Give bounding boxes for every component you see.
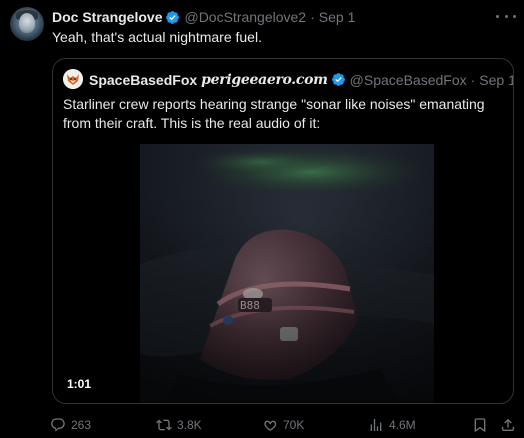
video-player[interactable]: B88: [140, 144, 434, 403]
share-button[interactable]: [500, 416, 516, 434]
tweet-date[interactable]: Sep 1: [319, 9, 356, 25]
bookmark-icon: [474, 418, 486, 433]
quote-avatar[interactable]: [63, 69, 83, 89]
quote-author-site: perigeeaero.com: [201, 71, 328, 88]
quote-author-name[interactable]: SpaceBasedFox: [89, 72, 197, 88]
quote-text: Starliner crew reports hearing strange "…: [63, 96, 485, 131]
separator: ·: [310, 9, 315, 25]
reply-icon: [51, 418, 65, 432]
like-count: 70K: [283, 418, 305, 432]
quote-header: SpaceBasedFox perigeeaero.com @SpaceBase…: [89, 71, 513, 88]
verified-badge-icon: [331, 73, 345, 86]
quoted-tweet[interactable]: SpaceBasedFox perigeeaero.com @SpaceBase…: [52, 58, 514, 404]
tweet[interactable]: Doc Strangelove @DocStrangelove2 · Sep 1…: [0, 0, 524, 438]
quote-author-handle[interactable]: @SpaceBasedFox: [350, 72, 467, 88]
avatar[interactable]: [10, 7, 44, 41]
views-button[interactable]: 4.6M: [368, 416, 416, 434]
repost-button[interactable]: 3.8K: [156, 416, 202, 434]
tweet-header: Doc Strangelove @DocStrangelove2 · Sep 1: [52, 8, 355, 26]
more-icon[interactable]: [496, 8, 516, 24]
views-count: 4.6M: [389, 418, 416, 432]
author-handle[interactable]: @DocStrangelove2: [184, 9, 306, 25]
repost-count: 3.8K: [177, 418, 202, 432]
views-icon: [370, 419, 382, 431]
tweet-text: Yeah, that's actual nightmare fuel.: [52, 29, 262, 45]
separator: ·: [470, 71, 476, 88]
verified-badge-icon: [166, 10, 180, 24]
repost-icon: [156, 419, 172, 431]
share-icon: [502, 418, 514, 431]
author-name[interactable]: Doc Strangelove: [52, 9, 162, 25]
reply-button[interactable]: 263: [50, 416, 91, 434]
heart-icon: [264, 420, 277, 431]
reply-count: 263: [71, 418, 92, 432]
bookmark-button[interactable]: [472, 416, 488, 434]
video-duration: 1:01: [67, 377, 92, 391]
quote-date[interactable]: Sep 1: [479, 72, 513, 88]
video-thumbnail: B88: [140, 144, 434, 403]
action-bar: 263 3.8K 70K 4.6M: [50, 416, 520, 434]
like-button[interactable]: 70K: [262, 416, 304, 434]
